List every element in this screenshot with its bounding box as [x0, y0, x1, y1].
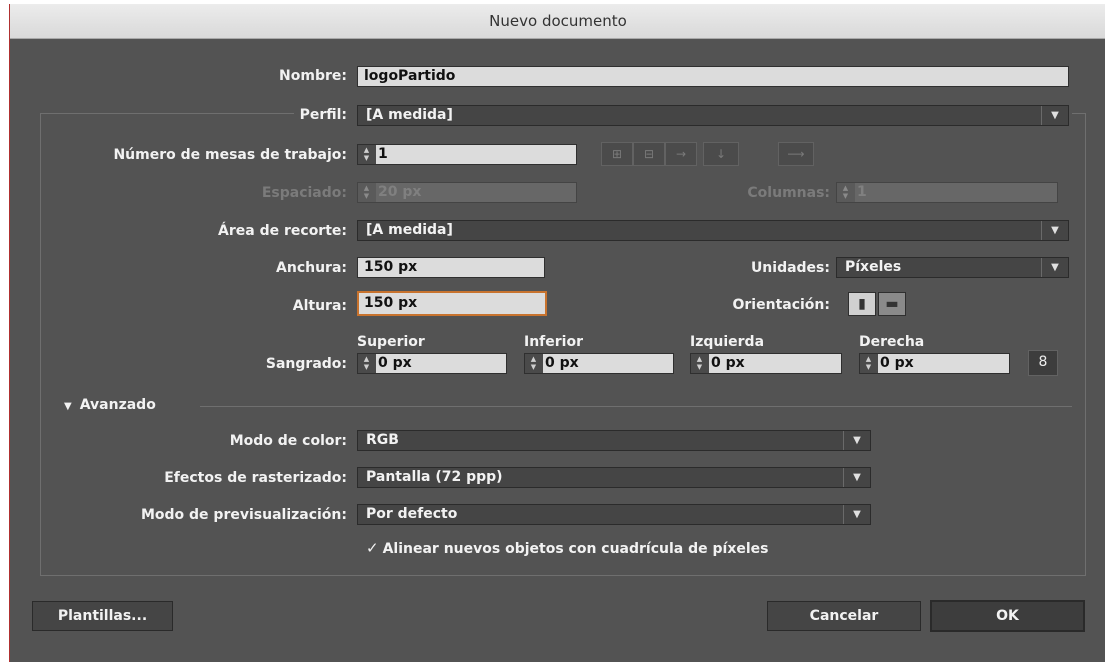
efectos-dropdown[interactable]: Pantalla (72 ppp) ▼	[357, 467, 871, 488]
avanzado-label: Avanzado	[79, 397, 156, 413]
disclosure-triangle-icon: ▼	[64, 401, 72, 412]
arrange-by-column-icon[interactable]: ↓	[703, 142, 739, 166]
sangrado-inferior-value: 0 px	[545, 355, 579, 371]
checkmark-icon: ✓	[366, 539, 379, 557]
previsualizacion-dropdown[interactable]: Por defecto ▼	[357, 504, 871, 525]
stepper-arrows-icon[interactable]: ▲ ▼	[840, 184, 851, 201]
area-dropdown[interactable]: [A medida] ▼	[357, 220, 1069, 241]
stepper-arrows-icon[interactable]: ▲ ▼	[863, 355, 874, 372]
plantillas-button[interactable]: Plantillas...	[32, 601, 173, 631]
espaciado-input[interactable]: ▲ ▼ 20 px	[357, 182, 577, 203]
stepper-arrows-icon[interactable]: ▲ ▼	[694, 355, 705, 372]
chevron-down-icon: ▼	[843, 431, 870, 450]
grid-by-row-icon[interactable]: ⊞	[601, 142, 633, 166]
area-label: Área de recorte:	[218, 223, 347, 239]
new-document-dialog: Nuevo documento Nombre: logoPartido Perf…	[9, 4, 1105, 662]
modo-color-dropdown[interactable]: RGB ▼	[357, 430, 871, 451]
anchura-label: Anchura:	[276, 260, 347, 276]
arrange-by-row-icon[interactable]: →	[665, 142, 697, 166]
stepper-arrows-icon[interactable]: ▲ ▼	[528, 355, 539, 372]
chevron-down-icon: ▼	[1041, 106, 1068, 125]
avanzado-toggle[interactable]: ▼ Avanzado	[64, 397, 156, 413]
landscape-icon[interactable]: ▬	[878, 292, 906, 316]
modo-color-value: RGB	[366, 432, 399, 448]
stepper-arrows-icon[interactable]: ▲ ▼	[361, 355, 372, 372]
chevron-down-icon: ▼	[843, 468, 870, 487]
orientacion-label: Orientación:	[732, 297, 831, 313]
mesas-input[interactable]: ▲ ▼ 1	[357, 144, 577, 165]
sangrado-izquierda-value: 0 px	[711, 355, 745, 371]
efectos-label: Efectos de rasterizado:	[164, 470, 347, 486]
stepper-arrows-icon[interactable]: ▲ ▼	[361, 146, 372, 163]
izquierda-label: Izquierda	[690, 334, 765, 350]
anchura-input[interactable]: 150 px	[357, 257, 545, 278]
chevron-down-icon: ▼	[1041, 221, 1068, 240]
change-to-rtl-layout-icon[interactable]: ⟶	[778, 142, 814, 166]
columnas-value: 1	[857, 184, 867, 200]
inferior-label: Inferior	[524, 334, 583, 350]
perfil-dropdown[interactable]: [A medida] ▼	[357, 105, 1069, 126]
altura-label: Altura:	[292, 298, 347, 314]
unidades-value: Píxeles	[845, 259, 902, 275]
previsualizacion-value: Por defecto	[366, 506, 458, 522]
mesas-label: Número de mesas de trabajo:	[113, 147, 347, 163]
espaciado-value: 20 px	[378, 184, 422, 200]
superior-label: Superior	[357, 334, 425, 350]
efectos-value: Pantalla (72 ppp)	[366, 469, 503, 485]
perfil-value: [A medida]	[366, 107, 453, 123]
group-top-line-right	[1072, 113, 1086, 114]
derecha-label: Derecha	[859, 334, 925, 350]
stepper-arrows-icon[interactable]: ▲ ▼	[361, 184, 372, 201]
avanzado-divider	[200, 406, 1072, 407]
sangrado-inferior-input[interactable]: ▲ ▼ 0 px	[524, 353, 674, 374]
area-value: [A medida]	[366, 222, 453, 238]
nombre-input[interactable]: logoPartido	[357, 66, 1069, 87]
portrait-icon[interactable]: ▮	[848, 292, 876, 316]
sangrado-superior-input[interactable]: ▲ ▼ 0 px	[357, 353, 507, 374]
unidades-label: Unidades:	[750, 260, 830, 276]
previsualizacion-label: Modo de previsualización:	[140, 507, 347, 523]
modo-color-label: Modo de color:	[229, 433, 347, 449]
sangrado-label: Sangrado:	[265, 356, 347, 372]
nombre-label: Nombre:	[279, 68, 347, 84]
espaciado-label: Espaciado:	[261, 185, 347, 201]
altura-input[interactable]: 150 px	[357, 291, 547, 316]
link-icon[interactable]: 8	[1028, 350, 1058, 376]
chevron-down-icon: ▼	[843, 505, 870, 524]
chevron-down-icon: ▼	[1041, 258, 1068, 277]
perfil-label: Perfil:	[299, 107, 347, 123]
sangrado-derecha-value: 0 px	[880, 355, 914, 371]
alinear-label: Alinear nuevos objetos con cuadrícula de…	[382, 541, 769, 557]
sangrado-superior-value: 0 px	[378, 355, 412, 371]
sangrado-derecha-input[interactable]: ▲ ▼ 0 px	[859, 353, 1010, 374]
columnas-label: Columnas:	[747, 185, 830, 201]
sangrado-izquierda-input[interactable]: ▲ ▼ 0 px	[690, 353, 842, 374]
grid-by-column-icon[interactable]: ⊟	[633, 142, 665, 166]
unidades-dropdown[interactable]: Píxeles ▼	[836, 257, 1069, 278]
ok-button[interactable]: OK	[930, 600, 1085, 632]
dialog-title: Nuevo documento	[10, 4, 1105, 39]
mesas-value: 1	[378, 146, 388, 162]
cancelar-button[interactable]: Cancelar	[767, 601, 921, 631]
columnas-input[interactable]: ▲ ▼ 1	[836, 182, 1058, 203]
alinear-checkbox[interactable]: ✓ Alinear nuevos objetos con cuadrícula d…	[366, 539, 768, 557]
